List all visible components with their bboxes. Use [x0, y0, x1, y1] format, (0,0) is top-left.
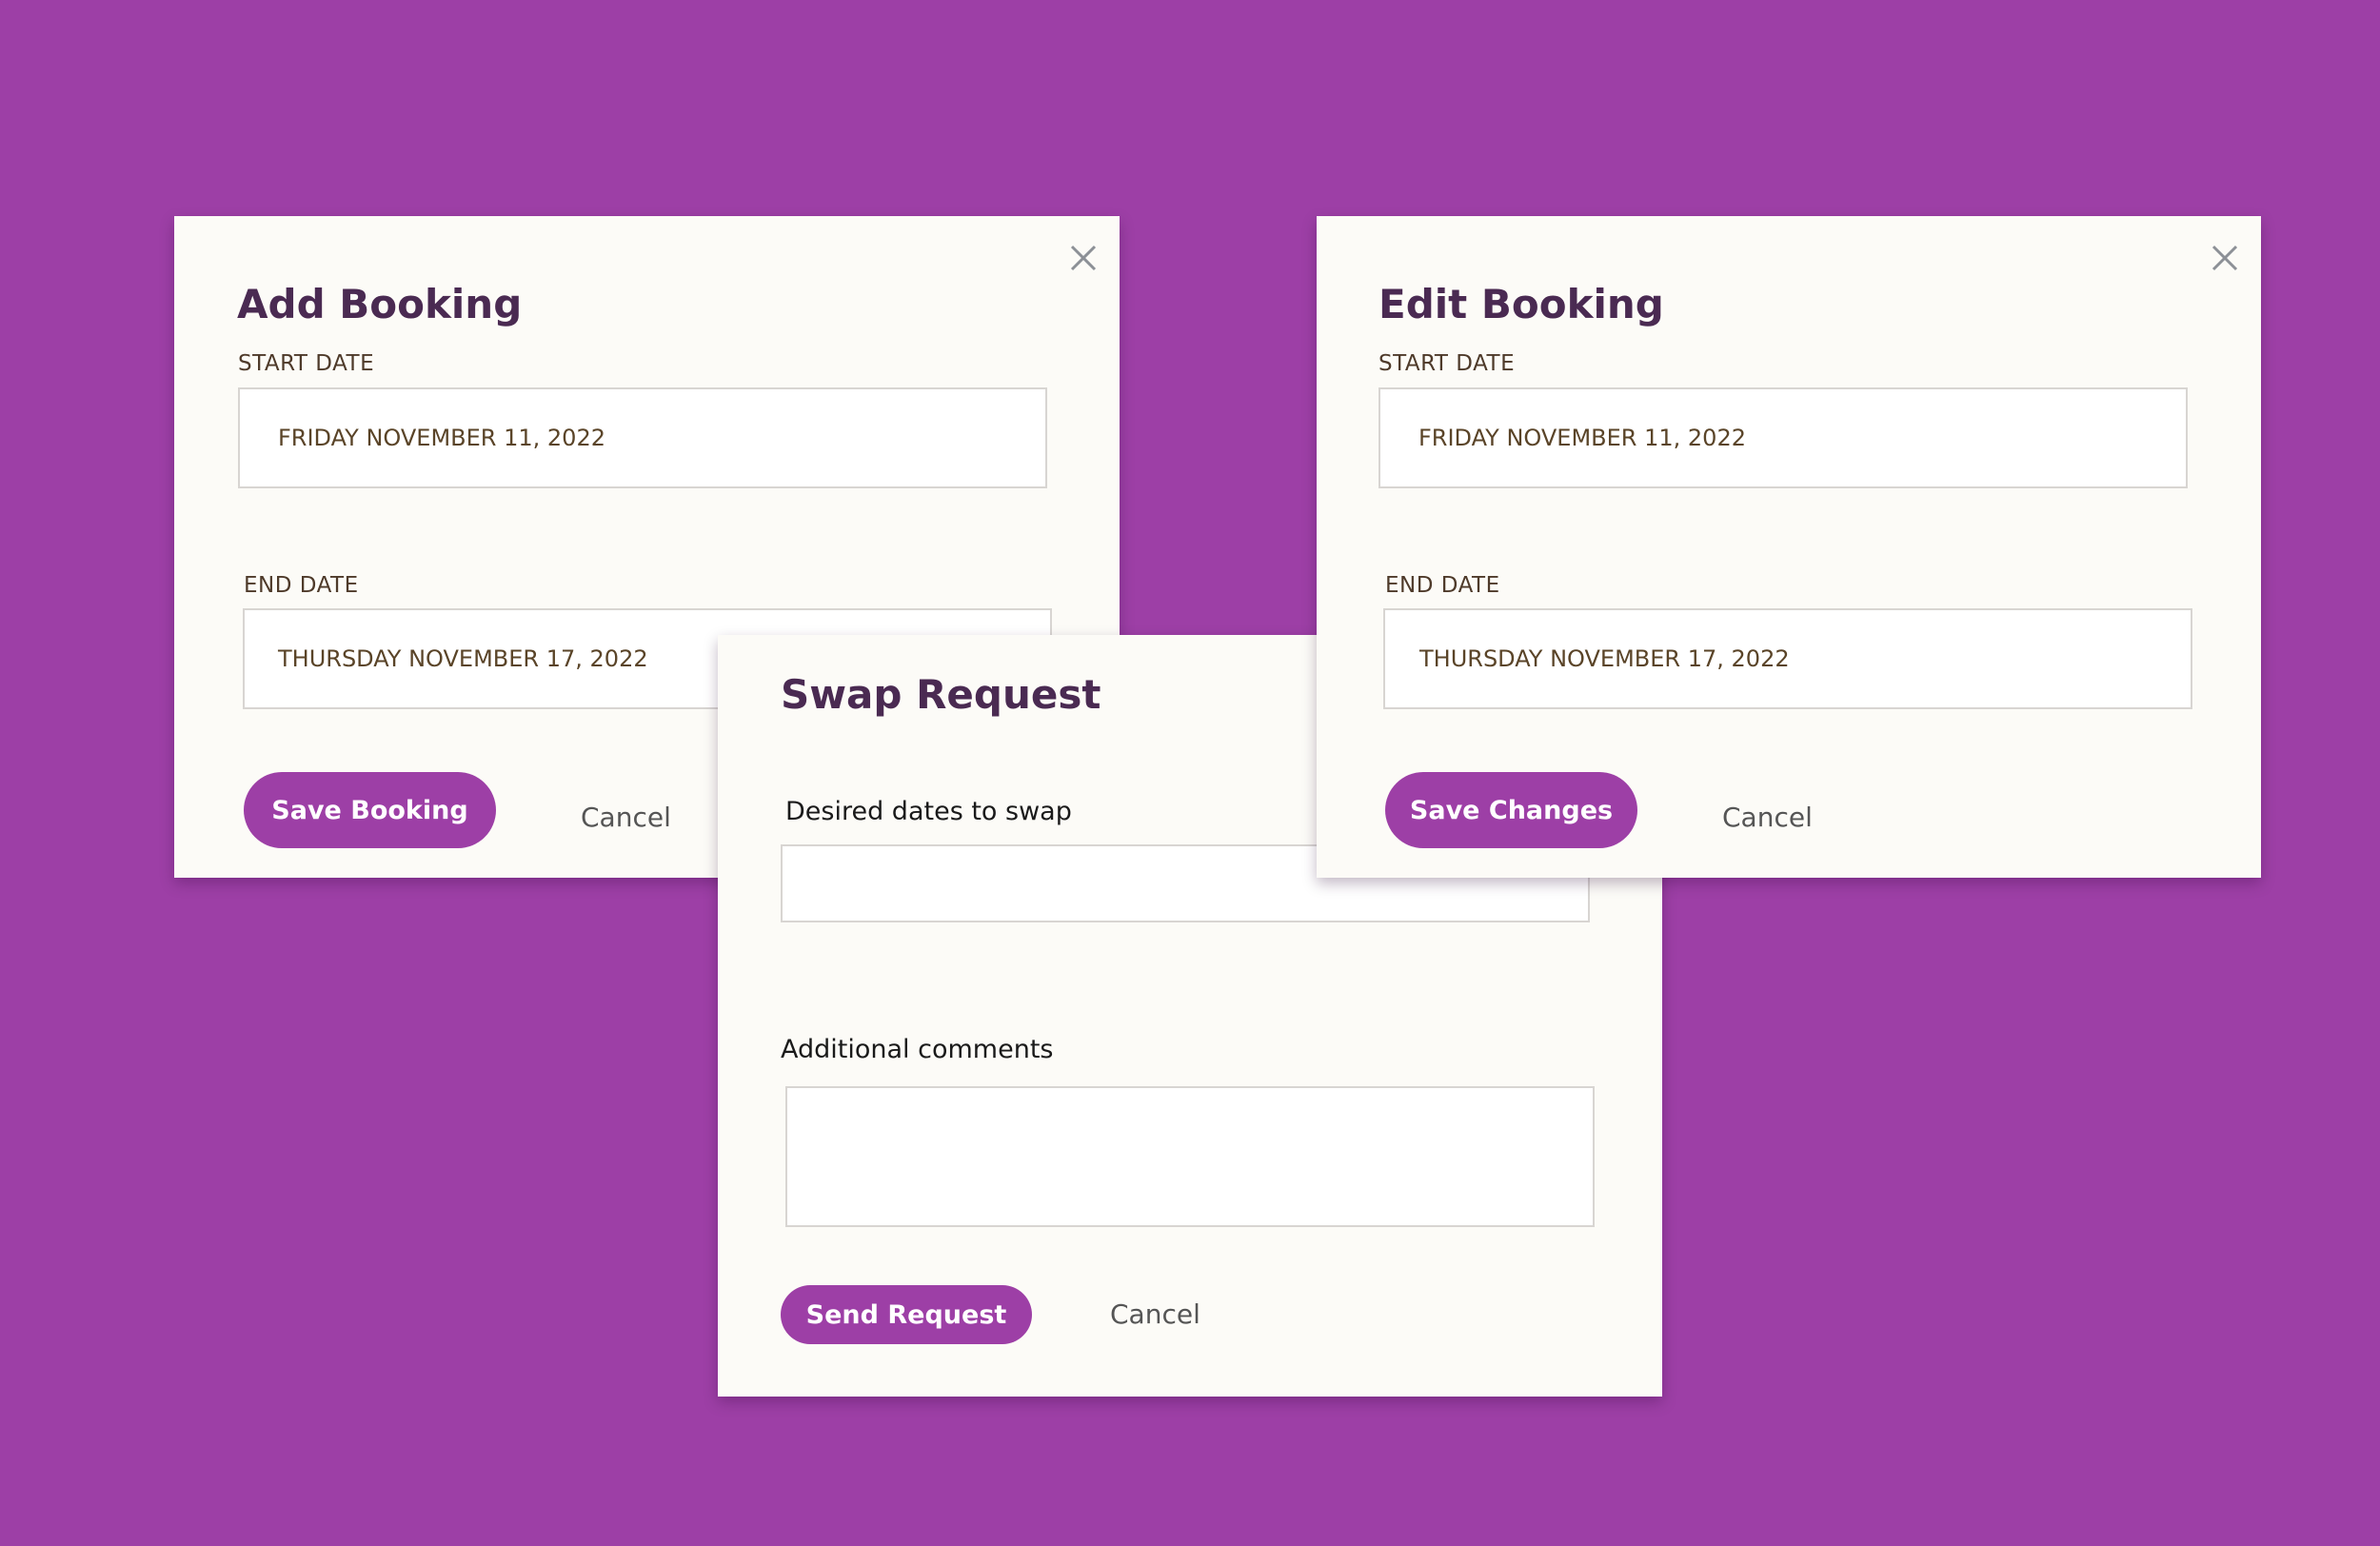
add-booking-close-button[interactable]	[1060, 234, 1107, 282]
edit-booking-close-button[interactable]	[2201, 234, 2249, 282]
swap-request-cancel-button[interactable]: Cancel	[1110, 1298, 1200, 1330]
add-booking-end-date-label: END DATE	[244, 573, 359, 598]
save-booking-button[interactable]: Save Booking	[244, 772, 496, 848]
add-booking-start-date-field[interactable]: FRIDAY NOVEMBER 11, 2022	[238, 387, 1047, 488]
page-background: { "add_booking": { "title": "Add Booking…	[0, 0, 2380, 1546]
edit-booking-end-date-label: END DATE	[1385, 573, 1500, 598]
close-icon	[2211, 245, 2238, 271]
edit-booking-dialog: Edit Booking START DATE FRIDAY NOVEMBER …	[1317, 216, 2261, 878]
edit-booking-start-date-label: START DATE	[1378, 351, 1516, 376]
desired-dates-label: Desired dates to swap	[785, 797, 1072, 826]
add-booking-cancel-button[interactable]: Cancel	[581, 802, 671, 833]
close-icon	[1070, 245, 1097, 271]
add-booking-start-date-label: START DATE	[238, 351, 375, 376]
send-request-button[interactable]: Send Request	[781, 1285, 1032, 1344]
save-changes-button[interactable]: Save Changes	[1385, 772, 1637, 848]
swap-request-title: Swap Request	[781, 671, 1101, 718]
add-booking-title: Add Booking	[237, 281, 523, 327]
edit-booking-start-date-field[interactable]: FRIDAY NOVEMBER 11, 2022	[1378, 387, 2188, 488]
edit-booking-end-date-field[interactable]: THURSDAY NOVEMBER 17, 2022	[1383, 608, 2192, 709]
additional-comments-label: Additional comments	[781, 1035, 1054, 1064]
edit-booking-cancel-button[interactable]: Cancel	[1722, 802, 1813, 833]
edit-booking-title: Edit Booking	[1378, 281, 1664, 327]
additional-comments-textarea[interactable]	[785, 1086, 1595, 1227]
